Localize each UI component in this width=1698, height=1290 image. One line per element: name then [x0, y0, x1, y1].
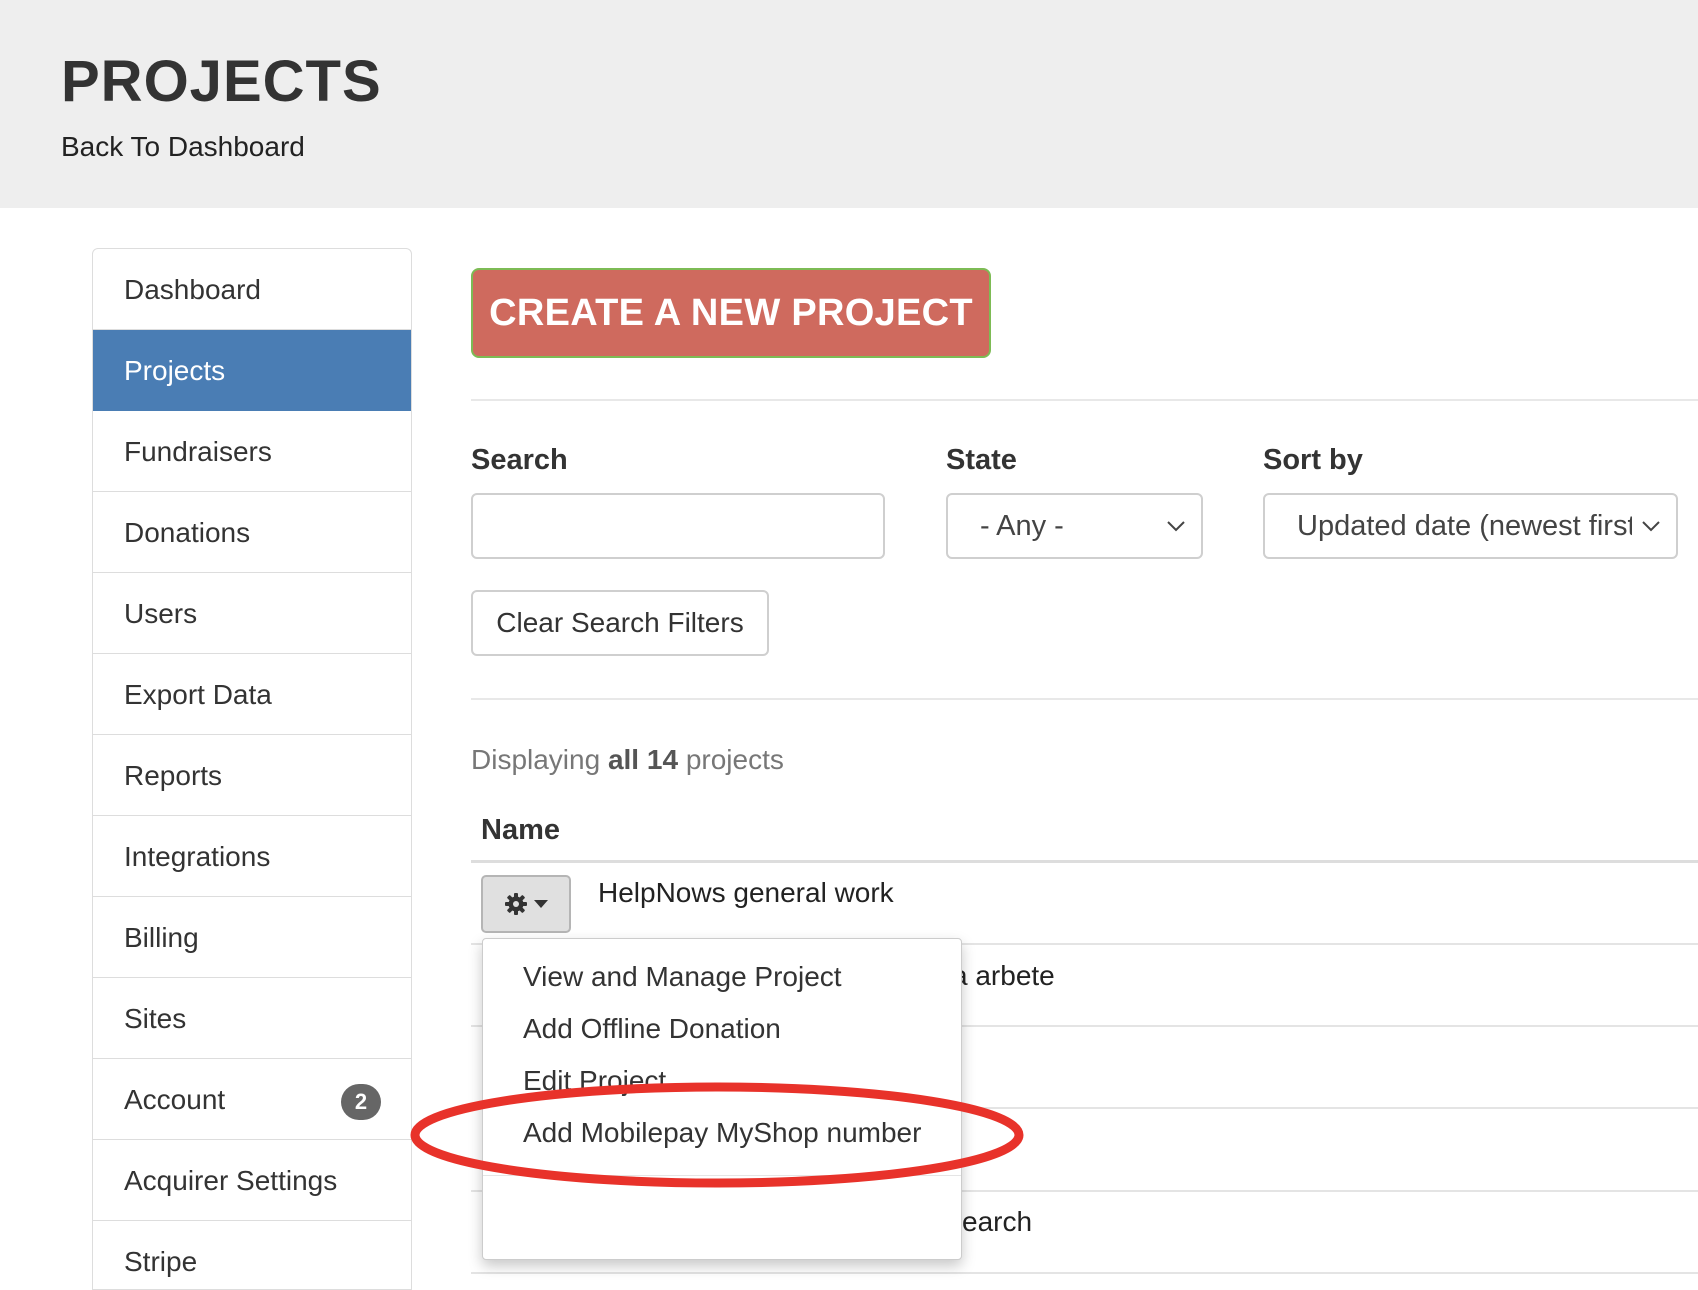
sidebar-item-stripe[interactable]: Stripe [93, 1221, 411, 1289]
sidebar-item-label: Export Data [124, 679, 272, 710]
sidebar-item-label: Integrations [124, 841, 271, 872]
sort-by-select[interactable]: Updated date (newest first) [1263, 493, 1678, 559]
search-input[interactable] [471, 493, 885, 559]
sidebar-item-label: Projects [124, 355, 226, 386]
results-prefix: Displaying [471, 744, 601, 775]
sidebar-item-sites[interactable]: Sites [93, 978, 411, 1059]
sidebar-item-users[interactable]: Users [93, 573, 411, 654]
sidebar-item-label: Stripe [124, 1246, 198, 1277]
sidebar-item-billing[interactable]: Billing [93, 897, 411, 978]
page-header: PROJECTS Back To Dashboard [0, 0, 1698, 208]
state-select-value: - Any - [980, 510, 1064, 542]
row-actions-dropdown: View and Manage Project Add Offline Dona… [482, 938, 962, 1260]
clear-search-filters-button[interactable]: Clear Search Filters [471, 590, 769, 656]
sidebar-item-label: Sites [124, 1003, 187, 1034]
project-name[interactable]: earch [962, 1206, 1032, 1238]
page-title: PROJECTS [61, 49, 382, 114]
chevron-down-icon [1632, 495, 1662, 557]
results-suffix: projects [685, 744, 784, 775]
sidebar-item-projects[interactable]: Projects [93, 330, 411, 411]
gear-icon [505, 893, 527, 915]
chevron-down-icon [1157, 495, 1187, 557]
sidebar-item-acquirer-settings[interactable]: Acquirer Settings [93, 1140, 411, 1221]
menu-item-add-offline-donation[interactable]: Add Offline Donation [523, 1013, 781, 1045]
menu-item-edit-project[interactable]: Edit Project [523, 1065, 666, 1097]
sidebar-item-label: Acquirer Settings [124, 1165, 338, 1196]
sidebar-item-integrations[interactable]: Integrations [93, 816, 411, 897]
sidebar-nav: Dashboard Projects Fundraisers Donations… [92, 248, 412, 1290]
sidebar-item-label: Donations [124, 517, 251, 548]
project-name[interactable]: HelpNows general work [598, 877, 894, 909]
sidebar-item-label: Dashboard [124, 274, 261, 305]
row-actions-button[interactable] [481, 875, 571, 933]
results-all: all [607, 744, 640, 775]
sidebar-item-dashboard[interactable]: Dashboard [93, 249, 411, 330]
divider [471, 399, 1698, 401]
sort-by-label: Sort by [1263, 444, 1363, 476]
sidebar-item-reports[interactable]: Reports [93, 735, 411, 816]
menu-item-add-mobilepay-myshop-number[interactable]: Add Mobilepay MyShop number [523, 1117, 921, 1149]
sidebar-item-label: Billing [124, 922, 199, 953]
sort-by-select-value: Updated date (newest first) [1297, 510, 1646, 542]
sidebar-item-label: Reports [124, 760, 223, 791]
sidebar-item-label: Account [124, 1084, 226, 1115]
account-count-badge: 2 [341, 1084, 381, 1120]
caret-down-icon [534, 900, 548, 908]
table-header-border [471, 860, 1698, 863]
menu-item-view-manage-project[interactable]: View and Manage Project [523, 961, 842, 993]
divider [471, 698, 1698, 700]
search-label: Search [471, 444, 568, 476]
name-column-header[interactable]: Name [481, 814, 560, 847]
menu-divider [483, 1175, 961, 1176]
sidebar-item-label: Fundraisers [124, 436, 272, 467]
project-name[interactable]: a arbete [952, 960, 1055, 992]
table-row-divider [471, 1272, 1698, 1274]
back-to-dashboard-link[interactable]: Back To Dashboard [61, 131, 305, 163]
sidebar-item-label: Users [124, 598, 198, 629]
sidebar-item-export-data[interactable]: Export Data [93, 654, 411, 735]
results-summary: Displaying all 14 projects [471, 744, 784, 776]
create-new-project-button[interactable]: CREATE A NEW PROJECT [471, 268, 991, 358]
sidebar-item-account[interactable]: Account 2 [93, 1059, 411, 1140]
sidebar-item-donations[interactable]: Donations [93, 492, 411, 573]
state-label: State [946, 444, 1017, 476]
sidebar-item-fundraisers[interactable]: Fundraisers [93, 411, 411, 492]
results-count: 14 [646, 744, 679, 775]
state-select[interactable]: - Any - [946, 493, 1203, 559]
